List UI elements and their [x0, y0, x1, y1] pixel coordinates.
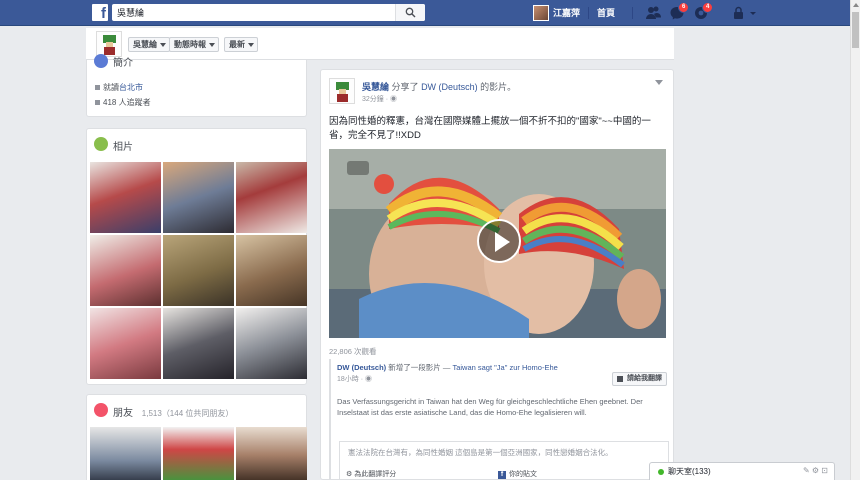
- chat-bar[interactable]: 聊天室(133) ✎ ⚙ ⊡: [649, 462, 835, 480]
- profile-link[interactable]: 江嘉萍: [533, 4, 580, 22]
- notifications-icon[interactable]: 4: [692, 2, 714, 22]
- search-icon: [405, 7, 416, 18]
- recent-button[interactable]: 最新: [224, 37, 258, 52]
- photo-thumbnail[interactable]: [163, 235, 234, 306]
- top-navigation-bar: f 江嘉萍 首頁 6 4: [0, 0, 850, 26]
- photo-thumbnail[interactable]: [163, 162, 234, 233]
- post-author-avatar[interactable]: [329, 78, 355, 104]
- friend-requests-icon[interactable]: [644, 4, 662, 22]
- nav-divider: [632, 7, 633, 19]
- chat-options-icon[interactable]: ✎ ⚙ ⊡: [803, 466, 828, 475]
- search-box: [112, 4, 425, 21]
- school-icon: [95, 85, 100, 90]
- online-status-icon: [658, 469, 664, 475]
- post-options-icon[interactable]: [655, 80, 663, 85]
- post-author-link[interactable]: 吳慧綸: [362, 82, 389, 92]
- play-button[interactable]: [477, 219, 521, 263]
- photo-thumbnail[interactable]: [90, 235, 161, 306]
- scroll-thumb[interactable]: [852, 12, 859, 48]
- photo-thumbnail[interactable]: [163, 308, 234, 379]
- friend-thumbnail[interactable]: [236, 427, 307, 480]
- rate-translation-link[interactable]: ⚙ 為此翻譯評分: [346, 469, 396, 479]
- translate-button[interactable]: 請給我翻譯: [612, 372, 667, 386]
- messages-icon[interactable]: 6: [668, 2, 690, 22]
- globe-icon: [94, 54, 108, 68]
- intro-card: 簡介 就讀台北市 418 人追蹤者: [86, 54, 307, 117]
- shared-timestamp[interactable]: 18小時 · ◉: [337, 374, 372, 384]
- user-avatar: [533, 5, 549, 21]
- notifications-badge: 4: [702, 2, 714, 13]
- photo-icon: [94, 137, 108, 151]
- feed-post: 吳慧綸 分享了 DW (Deutsch) 的影片。 32分鐘 · ◉ 因為同性婚…: [320, 69, 674, 480]
- post-header: 吳慧綸 分享了 DW (Deutsch) 的影片。: [362, 82, 517, 92]
- photo-thumbnail[interactable]: [236, 235, 307, 306]
- timeline-button[interactable]: 動態時報: [169, 37, 219, 52]
- facebook-logo[interactable]: f: [92, 4, 108, 22]
- rss-icon: [95, 100, 100, 105]
- friends-card: 朋友 1,513（144 位共同朋友）: [86, 394, 307, 480]
- shared-post: DW (Deutsch) 新增了一段影片 — Taiwan sagt "Ja" …: [329, 359, 669, 479]
- post-text: 因為同性婚的釋憲，台灣在國際媒體上擺放一個不折不扣的"國家"~~中國的一省，完全…: [329, 116, 651, 141]
- photo-thumbnail[interactable]: [90, 308, 161, 379]
- search-button[interactable]: [395, 4, 425, 21]
- intro-title: 簡介: [113, 58, 133, 69]
- translation-box: 憲法法院在台灣有，為同性婚姻 這個島是第一個亞洲國家，同性戀婚姻合法化。 ⚙ 為…: [339, 441, 669, 479]
- globe-icon: ◉: [390, 96, 398, 103]
- account-menu-icon[interactable]: [748, 4, 766, 22]
- video-player[interactable]: [329, 149, 666, 338]
- shared-video-title-link[interactable]: Taiwan sagt "Ja" zur Homo-Ehe: [452, 363, 557, 372]
- profile-name-button[interactable]: 吳慧綸: [128, 37, 170, 52]
- profile-subheader: 吳慧綸 動態時報 最新: [86, 28, 674, 60]
- intro-education: 就讀台北市: [95, 82, 143, 93]
- my-translation-link[interactable]: 你的貼文: [498, 469, 537, 479]
- shared-post-header: DW (Deutsch) 新增了一段影片 — Taiwan sagt "Ja" …: [337, 363, 558, 372]
- gear-icon: ⚙: [346, 471, 355, 478]
- shared-author-link[interactable]: DW (Deutsch): [337, 363, 386, 372]
- friend-thumbnail[interactable]: [163, 427, 234, 480]
- search-input[interactable]: [112, 4, 392, 21]
- photos-card: 相片: [86, 128, 307, 385]
- photos-title[interactable]: 相片: [113, 138, 133, 153]
- user-name: 江嘉萍: [553, 8, 581, 18]
- page-scrollbar[interactable]: [850, 0, 860, 480]
- photo-thumbnail[interactable]: [90, 162, 161, 233]
- chevron-down-icon: [160, 43, 166, 47]
- messages-badge: 6: [678, 2, 690, 13]
- post-source-link[interactable]: DW (Deutsch): [421, 82, 478, 92]
- photo-thumbnail[interactable]: [236, 162, 307, 233]
- chevron-down-icon: [248, 43, 254, 47]
- chevron-down-icon: [209, 43, 215, 47]
- globe-icon: ◉: [365, 376, 373, 383]
- friends-icon: [94, 403, 108, 417]
- privacy-shortcuts-icon[interactable]: [730, 4, 748, 22]
- chat-label: 聊天室(133): [668, 467, 711, 476]
- translation-text: 憲法法院在台灣有，為同性婚姻 這個島是第一個亞洲國家，同性戀婚姻合法化。: [348, 448, 613, 457]
- education-link[interactable]: 台北市: [119, 83, 143, 92]
- nav-divider: [588, 7, 589, 19]
- home-link[interactable]: 首頁: [597, 4, 615, 22]
- shared-post-text: Das Verfassungsgericht in Taiwan hat den…: [337, 397, 643, 417]
- friends-title: 朋友 1,513（144 位共同朋友）: [113, 408, 234, 419]
- intro-followers: 418 人追蹤者: [95, 97, 151, 108]
- photo-thumbnail[interactable]: [236, 308, 307, 379]
- view-count: 22,806 次觀看: [329, 347, 377, 356]
- friend-thumbnail[interactable]: [90, 427, 161, 480]
- post-timestamp[interactable]: 32分鐘 · ◉: [362, 94, 397, 104]
- scroll-up-arrow[interactable]: [853, 3, 859, 7]
